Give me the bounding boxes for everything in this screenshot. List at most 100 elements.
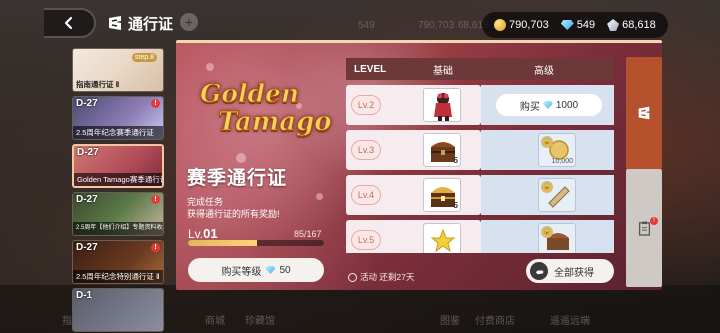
doll-icon bbox=[434, 93, 452, 121]
season-pass-panel: Golden Tamago 赛季通行证 完成任务 获得通行证的所有奖励! Lv.… bbox=[176, 40, 662, 290]
season-label: 2.5周年纪念特别通行证 Ⅱ bbox=[73, 270, 163, 283]
level-badge: Lv.5 bbox=[351, 230, 381, 250]
level-prefix: Lv. bbox=[188, 227, 204, 241]
days-left-tag: D-27 bbox=[76, 98, 98, 109]
days-left-tag: D-27 bbox=[76, 242, 98, 253]
season-card-data-collection[interactable]: D-27 ! 2.5周年【他们介绍】专题资料收藏通行证 bbox=[72, 192, 164, 236]
season-label: 指南通行证 Ⅱ bbox=[76, 80, 120, 89]
premium-reward-item[interactable]: 🔒 10,000 bbox=[538, 133, 576, 167]
bg-nav-item: 图鉴 bbox=[440, 316, 460, 327]
plus-icon[interactable]: + bbox=[180, 13, 198, 31]
level-value: 01 bbox=[203, 226, 218, 241]
pass-ticket-icon bbox=[638, 106, 650, 120]
days-left-tag: D-27 bbox=[77, 147, 99, 158]
buy-premium-label: 购买 bbox=[519, 101, 540, 113]
item-quantity: 5 bbox=[453, 156, 458, 165]
season-label: 2.5周年【他们介绍】专题资料收藏通行证 bbox=[73, 222, 163, 235]
season-card-special[interactable]: D-27 ! 2.5周年纪念特别通行证 Ⅱ bbox=[72, 240, 164, 284]
season-list[interactable]: step.8 指南通行证 Ⅱ D-27 ! 2.5周年纪念赛季通行证 D-27 … bbox=[72, 48, 168, 333]
logo-text-line2: Tamago bbox=[218, 107, 333, 138]
petal-decoration bbox=[236, 153, 246, 163]
season-card-anniversary[interactable]: D-27 ! 2.5周年纪念赛季通行证 bbox=[72, 96, 164, 140]
level-badge: Lv.3 bbox=[351, 140, 381, 160]
days-left-tag: D-27 bbox=[76, 194, 98, 205]
free-reward-item[interactable]: 5 bbox=[423, 178, 461, 212]
tab-missions[interactable]: ! bbox=[626, 169, 662, 287]
gem-icon bbox=[542, 101, 553, 109]
level-badge: Lv.2 bbox=[351, 95, 381, 115]
days-left-tag: D-1 bbox=[76, 290, 93, 301]
reward-row: Lv.5 🔒 bbox=[346, 220, 614, 253]
golden-tamago-logo: Golden Tamago bbox=[199, 79, 333, 139]
free-reward-item[interactable]: 5 bbox=[423, 133, 461, 167]
reward-row: Lv.3 5 🔒 10,000 bbox=[346, 130, 614, 170]
notification-dot: ! bbox=[650, 217, 658, 225]
currency-gold[interactable]: 790,703 bbox=[494, 19, 549, 31]
gem-icon bbox=[560, 20, 574, 30]
logo-text-line1: Golden bbox=[199, 79, 300, 109]
task-description: 获得通行证的所有奖励! bbox=[187, 209, 280, 219]
season-card-golden-tamago[interactable]: D-27 Golden Tamago赛季通行证 bbox=[72, 144, 164, 188]
back-button[interactable] bbox=[44, 8, 96, 38]
premium-reward-item[interactable]: 🔒 bbox=[538, 223, 576, 253]
gem-icon bbox=[265, 266, 276, 274]
season-label: Golden Tamago赛季通行证 bbox=[74, 173, 162, 186]
level-badge: Lv.4 bbox=[351, 185, 381, 205]
gold-amount: 790,703 bbox=[509, 19, 549, 31]
tab-pass[interactable] bbox=[626, 57, 662, 169]
free-reward-item[interactable] bbox=[423, 88, 461, 122]
bg-nav-item: 遥遥远端 bbox=[550, 316, 590, 327]
petal-decoration bbox=[206, 63, 214, 71]
header-free: 基础 bbox=[433, 65, 453, 77]
claim-all-button[interactable]: 全部获得 bbox=[526, 259, 614, 283]
item-quantity: 10,000 bbox=[551, 158, 573, 165]
season-label: 2.5周年纪念赛季通行证 bbox=[73, 126, 163, 139]
buy-level-cost: 50 bbox=[279, 264, 291, 276]
clock-icon bbox=[348, 272, 357, 282]
currency-crystal[interactable]: 68,618 bbox=[607, 19, 656, 31]
buy-level-label: 购买等级 bbox=[221, 266, 262, 278]
xp-progress-fill bbox=[188, 240, 258, 246]
season-card-guide[interactable]: step.8 指南通行证 Ⅱ bbox=[72, 48, 164, 92]
bg-nav-item: 商城 bbox=[205, 316, 225, 327]
reward-row: Lv.2 购买 1000 bbox=[346, 85, 614, 125]
season-card-next[interactable]: D-1 bbox=[72, 288, 164, 332]
notification-dot: ! bbox=[151, 243, 160, 252]
clipboard-icon bbox=[638, 221, 650, 236]
reward-row: Lv.4 5 🔒 bbox=[346, 175, 614, 215]
crystal-icon bbox=[607, 19, 620, 31]
header-level: LEVEL bbox=[354, 63, 387, 75]
notification-dot: ! bbox=[151, 99, 160, 108]
step-badge: step.8 bbox=[131, 53, 157, 62]
currency-bar: 790,703 549 68,618 bbox=[482, 12, 668, 38]
lock-icon: 🔒 bbox=[541, 136, 553, 148]
reward-table-header: LEVEL 基础 高级 bbox=[346, 58, 614, 80]
season-pass-title: 赛季通行证 bbox=[187, 168, 288, 189]
lock-icon: 🔒 bbox=[541, 226, 553, 238]
notification-dot: ! bbox=[151, 195, 160, 204]
petal-decoration bbox=[316, 193, 323, 200]
timer-text: 活动 还剩27天 bbox=[360, 272, 415, 282]
premium-reward-item[interactable]: 🔒 bbox=[538, 178, 576, 212]
event-timer: 活动 还剩27天 bbox=[348, 271, 414, 283]
xp-progress-text: 85/167 bbox=[294, 229, 322, 239]
gem-amount: 549 bbox=[576, 19, 596, 31]
star-crystal-icon bbox=[430, 228, 456, 253]
header-premium: 高级 bbox=[534, 65, 554, 77]
bg-nav-item: 付费商店 bbox=[475, 316, 515, 327]
free-reward-item[interactable] bbox=[423, 223, 461, 253]
pass-ticket-icon bbox=[109, 16, 121, 30]
currency-gem[interactable]: 549 bbox=[560, 19, 596, 31]
buy-premium-button[interactable]: 购买 1000 bbox=[496, 94, 602, 116]
buy-level-button[interactable]: 购买等级 50 bbox=[188, 258, 324, 282]
crystal-amount: 68,618 bbox=[622, 19, 656, 31]
claim-hand-icon bbox=[530, 262, 548, 280]
xp-progress-bar bbox=[188, 240, 324, 246]
claim-all-label: 全部获得 bbox=[554, 267, 594, 279]
item-quantity: 5 bbox=[453, 201, 458, 210]
bg-nav-item: 珍藏馆 bbox=[245, 316, 275, 327]
gold-coin-icon bbox=[494, 19, 506, 31]
reward-table[interactable]: LEVEL 基础 高级 Lv.2 购买 1000 Lv.3 5 🔒 10,000… bbox=[346, 58, 614, 253]
current-level: Lv.01 bbox=[188, 226, 218, 241]
chevron-left-icon bbox=[64, 16, 73, 30]
